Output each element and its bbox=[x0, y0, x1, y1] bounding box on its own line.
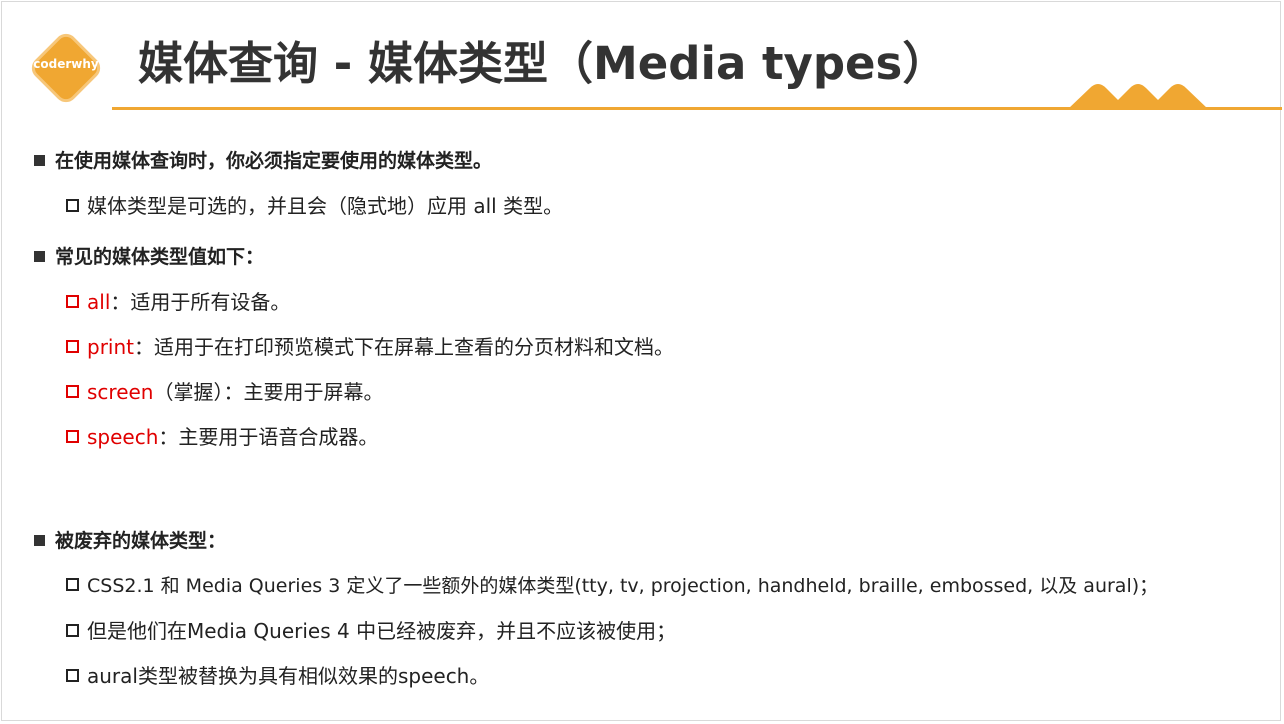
section-heading: 常见的媒体类型值如下： bbox=[34, 243, 264, 271]
logo-text: coderwhy bbox=[33, 57, 99, 71]
media-type-keyword: print bbox=[87, 335, 134, 359]
list-item: CSS2.1 和 Media Queries 3 定义了一些额外的媒体类型(tt… bbox=[66, 572, 1158, 600]
header-divider bbox=[112, 107, 1282, 110]
list-item: speech：主要用于语音合成器。 bbox=[66, 423, 378, 451]
bullet-open-square-icon bbox=[66, 578, 79, 591]
section-heading: 在使用媒体查询时，你必须指定要使用的媒体类型。 bbox=[34, 147, 492, 175]
media-type-keyword: all bbox=[87, 290, 111, 314]
bullet-square-icon bbox=[34, 251, 45, 262]
media-type-keyword: screen bbox=[87, 380, 154, 404]
bullet-open-square-icon bbox=[66, 295, 79, 308]
bullet-open-square-icon bbox=[66, 199, 79, 212]
page-title: 媒体查询 - 媒体类型（Media types） bbox=[138, 37, 948, 90]
list-item: 媒体类型是可选的，并且会（隐式地）应用 all 类型。 bbox=[66, 192, 563, 220]
section-heading: 被废弃的媒体类型： bbox=[34, 527, 226, 555]
list-item: all：适用于所有设备。 bbox=[66, 288, 290, 316]
list-item: 但是他们在Media Queries 4 中已经被废弃，并且不应该被使用； bbox=[66, 617, 676, 645]
bullet-square-icon bbox=[34, 155, 45, 166]
list-item: aural类型被替换为具有相似效果的speech。 bbox=[66, 662, 489, 690]
bullet-open-square-icon bbox=[66, 385, 79, 398]
list-item: screen（掌握）：主要用于屏幕。 bbox=[66, 378, 383, 406]
media-type-keyword: speech bbox=[87, 425, 159, 449]
bullet-open-square-icon bbox=[66, 624, 79, 637]
bullet-square-icon bbox=[34, 535, 45, 546]
bullet-open-square-icon bbox=[66, 340, 79, 353]
bullet-open-square-icon bbox=[66, 669, 79, 682]
bullet-open-square-icon bbox=[66, 430, 79, 443]
mountains-decoration-icon bbox=[1068, 84, 1208, 109]
list-item: print：适用于在打印预览模式下在屏幕上查看的分页材料和文档。 bbox=[66, 333, 674, 361]
coderwhy-logo: coderwhy bbox=[26, 28, 106, 108]
